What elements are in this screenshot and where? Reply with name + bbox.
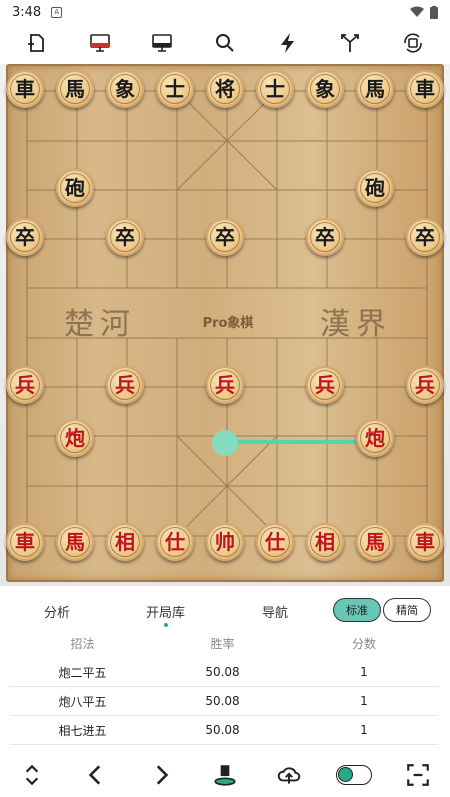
black-advisor[interactable]: 士 (156, 70, 194, 108)
notification-icon: A (51, 6, 63, 18)
red-monitor-button[interactable] (80, 26, 120, 60)
top-toolbar (0, 24, 450, 62)
fullscreen-button[interactable] (398, 756, 438, 794)
monitor-icon (152, 34, 173, 52)
black-pawn[interactable]: 卒 (206, 218, 244, 256)
black-cannon[interactable]: 砲 (56, 169, 94, 207)
red-chariot[interactable]: 車 (406, 523, 444, 561)
table-header: 招法 胜率 分数 (10, 628, 438, 658)
compact-button[interactable]: 精简 (383, 598, 431, 622)
hat-icon (214, 764, 236, 786)
opening-table: 招法 胜率 分数 炮二平五 50.08 1 炮八平五 50.08 1 相七进五 … (10, 628, 438, 752)
table-row[interactable]: 相七进五 50.08 1 (10, 716, 438, 745)
cell-score: 1 (360, 694, 368, 708)
expand-collapse-button[interactable] (12, 756, 52, 794)
engine-toggle[interactable] (334, 756, 374, 794)
next-icon (156, 764, 168, 785)
standard-button[interactable]: 标准 (333, 598, 381, 622)
cell-move: 炮八平五 (58, 694, 107, 709)
view-mode-toggle: 标准 精简 (333, 598, 431, 622)
board-grid (26, 90, 428, 537)
tab-analysis[interactable]: 分析 (44, 602, 70, 621)
fullscreen-icon (406, 763, 429, 786)
next-button[interactable] (141, 756, 181, 794)
bottom-bar (0, 752, 450, 797)
red-cannon[interactable]: 炮 (356, 419, 394, 457)
previous-button[interactable] (76, 756, 116, 794)
cloud-upload-button[interactable] (269, 756, 309, 794)
quick-button[interactable] (268, 26, 308, 60)
expand-collapse-icon (25, 764, 39, 785)
black-pawn[interactable]: 卒 (406, 218, 444, 256)
lightning-icon (280, 33, 294, 53)
red-elephant[interactable]: 相 (106, 523, 144, 561)
branch-icon (341, 34, 359, 52)
tab-navigation[interactable]: 导航 (262, 602, 288, 621)
black-chariot[interactable]: 車 (406, 70, 444, 108)
cell-score: 1 (360, 723, 368, 737)
monitor-button[interactable] (142, 26, 182, 60)
red-horse[interactable]: 馬 (356, 523, 394, 561)
red-pawn[interactable]: 兵 (206, 366, 244, 404)
cell-win-rate: 50.08 (205, 694, 240, 708)
battery-icon (430, 5, 438, 19)
flip-board-icon (403, 33, 422, 53)
move-hint-line (224, 440, 376, 444)
red-horse[interactable]: 馬 (56, 523, 94, 561)
board-area: 楚河 Pro象棋 漢界 車 馬 象 士 将 士 象 馬 車 砲 砲 卒 卒 卒 … (0, 64, 450, 586)
tab-opening-book[interactable]: 开局库 (146, 602, 185, 627)
red-pawn[interactable]: 兵 (106, 366, 144, 404)
cloud-upload-icon (278, 766, 301, 784)
red-general[interactable]: 帅 (206, 523, 244, 561)
move-hint-target (212, 430, 238, 456)
red-advisor[interactable]: 仕 (256, 523, 294, 561)
toggle-knob (337, 766, 353, 782)
header-win-rate: 胜率 (210, 636, 235, 651)
black-horse[interactable]: 馬 (356, 70, 394, 108)
status-bar: 3:48 A (0, 0, 450, 24)
red-chariot[interactable]: 車 (6, 523, 44, 561)
header-score: 分数 (351, 636, 376, 651)
red-pawn[interactable]: 兵 (406, 366, 444, 404)
cell-move: 炮二平五 (58, 665, 107, 680)
black-general[interactable]: 将 (206, 70, 244, 108)
black-pawn[interactable]: 卒 (106, 218, 144, 256)
new-game-icon (28, 34, 45, 52)
new-game-button[interactable] (17, 26, 57, 60)
toggle-switch[interactable] (335, 764, 372, 785)
black-elephant[interactable]: 象 (106, 70, 144, 108)
table-row[interactable]: 炮二平五 50.08 1 (10, 658, 438, 687)
hat-button[interactable] (205, 756, 245, 794)
branch-button[interactable] (330, 26, 370, 60)
black-cannon[interactable]: 砲 (356, 169, 394, 207)
panel-tabs: 分析 开局库 导航 标准 精简 (0, 596, 450, 627)
status-time: 3:48 (12, 4, 42, 20)
red-cannon[interactable]: 炮 (56, 419, 94, 457)
search-icon (215, 34, 234, 52)
black-pawn[interactable]: 卒 (6, 218, 44, 256)
red-pawn[interactable]: 兵 (306, 366, 344, 404)
header-move: 招法 (70, 636, 95, 651)
black-horse[interactable]: 馬 (56, 70, 94, 108)
search-button[interactable] (205, 26, 245, 60)
black-elephant[interactable]: 象 (306, 70, 344, 108)
cell-move: 相七进五 (58, 723, 107, 738)
black-advisor[interactable]: 士 (256, 70, 294, 108)
status-icons (410, 5, 438, 19)
cell-win-rate: 50.08 (205, 723, 240, 737)
black-pawn[interactable]: 卒 (306, 218, 344, 256)
table-row[interactable]: 炮八平五 50.08 1 (10, 687, 438, 716)
wifi-icon (410, 6, 424, 17)
cell-win-rate: 50.08 (205, 665, 240, 679)
red-pawn[interactable]: 兵 (6, 366, 44, 404)
cell-score: 1 (360, 665, 368, 679)
red-monitor-icon (90, 34, 110, 52)
flip-board-button[interactable] (393, 26, 433, 60)
xiangqi-board[interactable]: 楚河 Pro象棋 漢界 (6, 64, 444, 582)
app-root: 3:48 A 楚河 Pro象棋 漢界 車 馬 象 士 将 士 象 馬 車 砲 砲… (0, 0, 450, 797)
previous-icon (89, 764, 101, 785)
red-elephant[interactable]: 相 (306, 523, 344, 561)
red-advisor[interactable]: 仕 (156, 523, 194, 561)
black-chariot[interactable]: 車 (6, 70, 44, 108)
